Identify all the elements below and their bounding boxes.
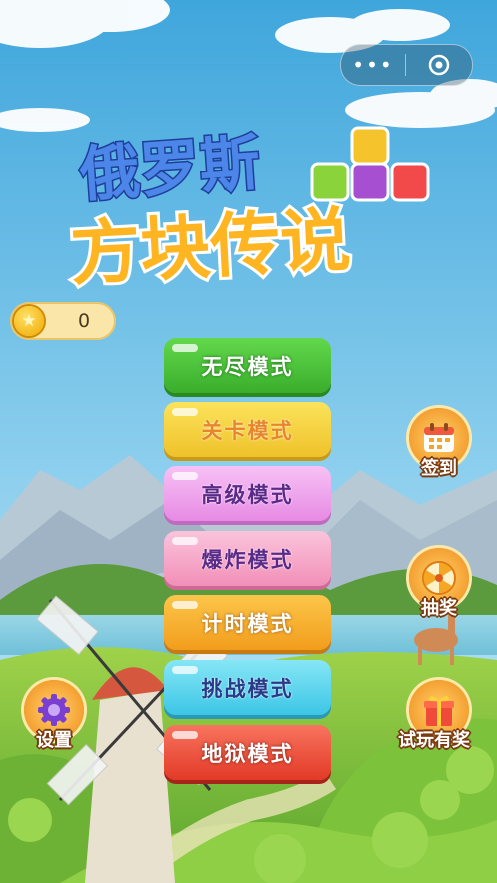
- coin-value: 0: [77, 310, 91, 332]
- explosion-mode-label: 爆炸模式: [201, 547, 294, 572]
- advanced-mode-button[interactable]: 高级模式: [164, 466, 331, 521]
- settings-button[interactable]: 设置: [24, 680, 84, 752]
- hell-mode-label: 地狱模式: [201, 741, 294, 766]
- target-close-icon: [428, 54, 450, 76]
- advanced-mode-label: 高级模式: [201, 482, 294, 507]
- endless-mode-label: 无尽模式: [201, 354, 294, 379]
- lottery-label: 抽奖: [421, 598, 457, 619]
- miniprogram-capsule: •••: [340, 44, 473, 86]
- coin-counter: ★ 0: [10, 302, 116, 340]
- timed-mode-label: 计时模式: [201, 611, 294, 636]
- more-menu-button[interactable]: •••: [341, 53, 405, 77]
- trial-reward-label: 试玩有奖: [398, 730, 470, 751]
- challenge-mode-label: 挑战模式: [201, 676, 294, 701]
- level-mode-button[interactable]: 关卡模式: [164, 402, 331, 457]
- trial-reward-button[interactable]: 试玩有奖: [398, 680, 470, 752]
- checkin-label: 签到: [421, 458, 457, 479]
- close-miniprogram-button[interactable]: [406, 54, 472, 76]
- tetris-blocks-icon: [310, 126, 430, 202]
- hell-mode-button[interactable]: 地狱模式: [164, 725, 331, 780]
- timed-mode-button[interactable]: 计时模式: [164, 595, 331, 650]
- explosion-mode-button[interactable]: 爆炸模式: [164, 531, 331, 586]
- endless-mode-button[interactable]: 无尽模式: [164, 338, 331, 393]
- title-line2: 方块传说: [68, 199, 352, 296]
- lottery-button[interactable]: 抽奖: [409, 548, 469, 620]
- challenge-mode-button[interactable]: 挑战模式: [164, 660, 331, 715]
- level-mode-label: 关卡模式: [201, 418, 294, 443]
- settings-label: 设置: [36, 730, 72, 751]
- checkin-button[interactable]: 签到: [409, 408, 469, 480]
- title-line1: 俄罗斯: [77, 128, 262, 210]
- game-title-logo: 俄罗斯 方块传说: [65, 126, 430, 298]
- star-coin-icon: ★: [14, 306, 44, 336]
